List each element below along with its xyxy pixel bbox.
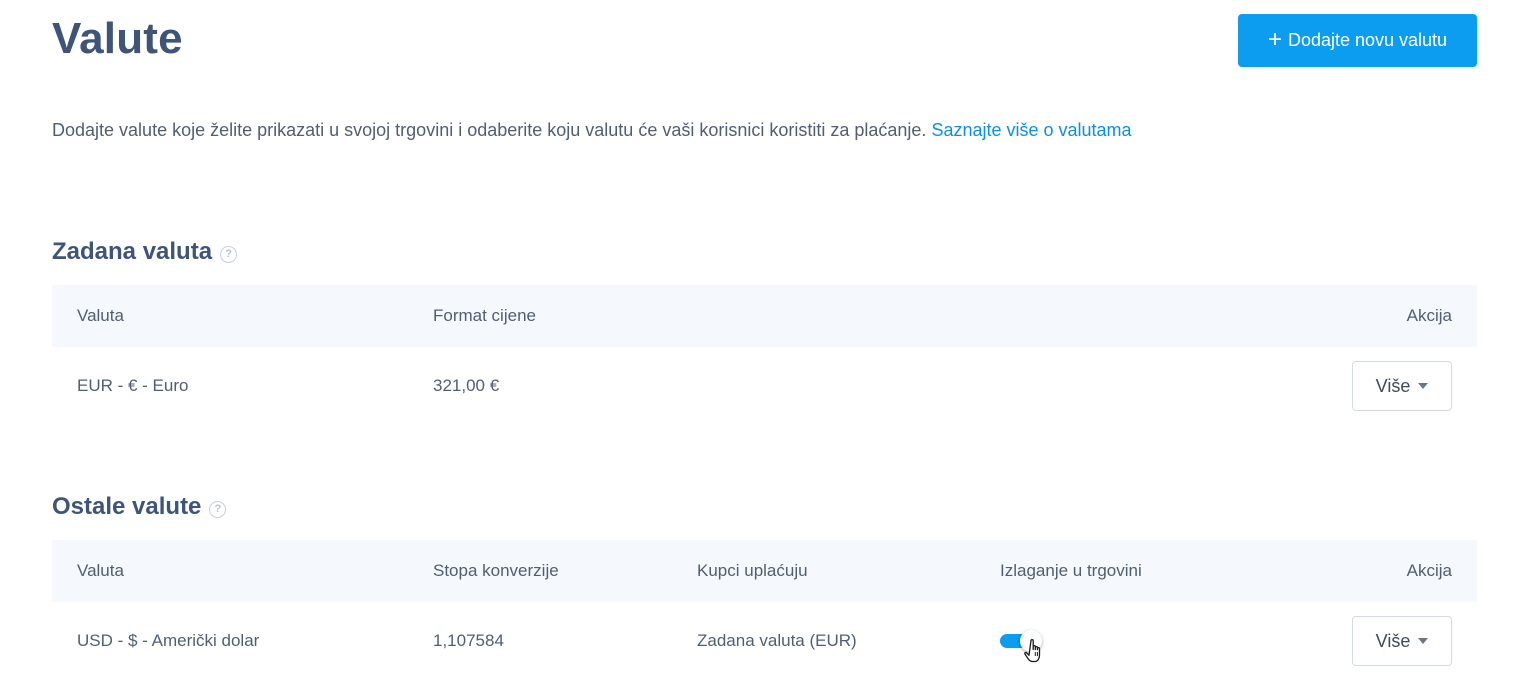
help-icon[interactable]: ? bbox=[209, 500, 227, 518]
intro-text: Dodajte valute koje želite prikazati u s… bbox=[52, 120, 1132, 141]
column-header-action: Akcija bbox=[1406, 561, 1452, 580]
currency-cell: USD - $ - Američki dolar bbox=[77, 631, 260, 650]
more-dropdown-button[interactable]: Više bbox=[1352, 616, 1452, 666]
default-currency-heading: Zadana valuta ? bbox=[52, 238, 238, 266]
table-row: USD - $ - Američki dolar 1,107584 Zadana… bbox=[52, 602, 1477, 680]
learn-more-link[interactable]: Saznajte više o valutama bbox=[931, 120, 1131, 140]
currency-cell: EUR - € - Euro bbox=[77, 376, 189, 395]
default-currency-table-header: Valuta Format cijene Akcija bbox=[52, 285, 1477, 347]
table-row: EUR - € - Euro 321,00 € Više bbox=[52, 347, 1477, 425]
other-currencies-title: Ostale valute bbox=[52, 493, 202, 520]
column-header-store-display: Izlaganje u trgovini bbox=[1000, 561, 1142, 580]
column-header-customers-pay: Kupci uplaćuju bbox=[697, 561, 808, 580]
price-format-cell: 321,00 € bbox=[433, 376, 500, 395]
intro-description: Dodajte valute koje želite prikazati u s… bbox=[52, 120, 927, 140]
default-currency-title: Zadana valuta bbox=[52, 238, 213, 265]
more-button-label: Više bbox=[1375, 375, 1411, 396]
more-dropdown-button[interactable]: Više bbox=[1352, 361, 1452, 411]
caret-down-icon bbox=[1418, 638, 1429, 644]
more-button-label: Više bbox=[1375, 630, 1411, 651]
other-currencies-heading: Ostale valute ? bbox=[52, 493, 227, 521]
column-header-conversion-rate: Stopa konverzije bbox=[433, 561, 559, 580]
add-currency-label: Dodajte novu valutu bbox=[1287, 30, 1448, 50]
other-currencies-table-header: Valuta Stopa konverzije Kupci uplaćuju I… bbox=[52, 540, 1477, 602]
plus-icon: + bbox=[1267, 25, 1282, 53]
column-header-currency: Valuta bbox=[77, 561, 124, 580]
column-header-currency: Valuta bbox=[77, 306, 124, 325]
column-header-price-format: Format cijene bbox=[433, 306, 536, 325]
add-currency-button[interactable]: + Dodajte novu valutu bbox=[1238, 14, 1477, 67]
hand-cursor-icon bbox=[1024, 638, 1041, 663]
conversion-rate-cell: 1,107584 bbox=[433, 631, 504, 650]
help-icon[interactable]: ? bbox=[220, 245, 238, 263]
page-title: Valute bbox=[52, 14, 183, 63]
column-header-action: Akcija bbox=[1406, 306, 1452, 325]
customers-pay-cell: Zadana valuta (EUR) bbox=[697, 631, 857, 650]
caret-down-icon bbox=[1418, 383, 1429, 389]
